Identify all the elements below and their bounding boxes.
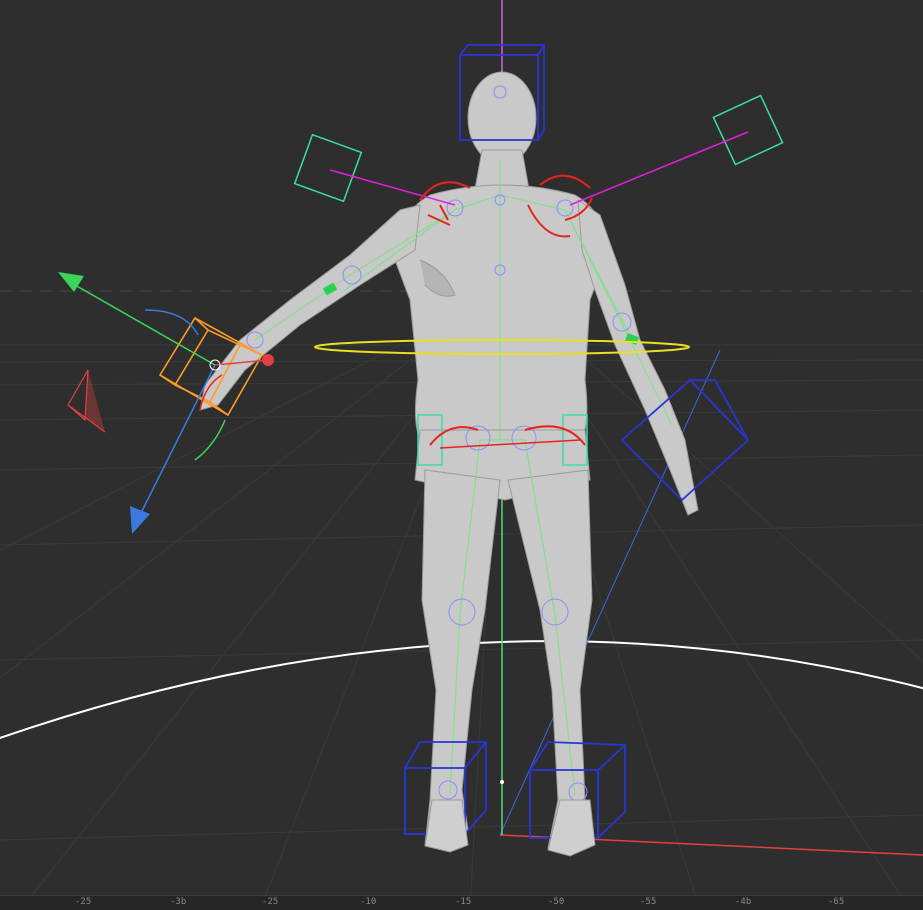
transform-gizmo[interactable] xyxy=(58,272,274,534)
gizmo-y-axis[interactable] xyxy=(74,284,216,366)
ruler-label: -25 xyxy=(262,897,279,907)
ruler-label: -15 xyxy=(455,897,472,907)
model-foot-left xyxy=(424,799,469,853)
viewport-canvas[interactable] xyxy=(0,0,923,910)
ruler-label: -3b xyxy=(170,897,187,907)
model-leg-left xyxy=(421,469,501,851)
gizmo-z-arrow[interactable] xyxy=(130,506,150,534)
ruler-label: -55 xyxy=(640,897,657,907)
human-model[interactable] xyxy=(199,71,699,856)
model-arm-left xyxy=(199,204,421,411)
model-foot-right xyxy=(547,799,596,857)
pole-line-right xyxy=(569,131,749,206)
elbow-pole-target-right[interactable] xyxy=(712,94,784,166)
ruler-label: -25 xyxy=(75,897,92,907)
ruler-label: -10 xyxy=(360,897,377,907)
gizmo-rotate-arc-green[interactable] xyxy=(194,419,226,461)
ruler-label: -4b xyxy=(735,897,752,907)
3d-viewport[interactable]: -25 -3b -25 -10 -15 -50 -55 -4b -65 xyxy=(0,0,923,910)
model-leg-right xyxy=(507,469,593,856)
ruler-label: -50 xyxy=(548,897,565,907)
elbow-pole-target-left[interactable] xyxy=(293,133,363,203)
gizmo-plane-red[interactable] xyxy=(67,369,106,433)
gizmo-y-arrow[interactable] xyxy=(58,272,84,292)
world-origin-marker xyxy=(500,780,504,784)
gizmo-rotate-arc-blue[interactable] xyxy=(144,309,199,336)
ruler-label: -65 xyxy=(828,897,845,907)
timeline-ruler[interactable]: -25 -3b -25 -10 -15 -50 -55 -4b -65 xyxy=(0,895,923,910)
gizmo-x-handle[interactable] xyxy=(262,354,274,366)
gizmo-z-axis[interactable] xyxy=(139,364,216,516)
